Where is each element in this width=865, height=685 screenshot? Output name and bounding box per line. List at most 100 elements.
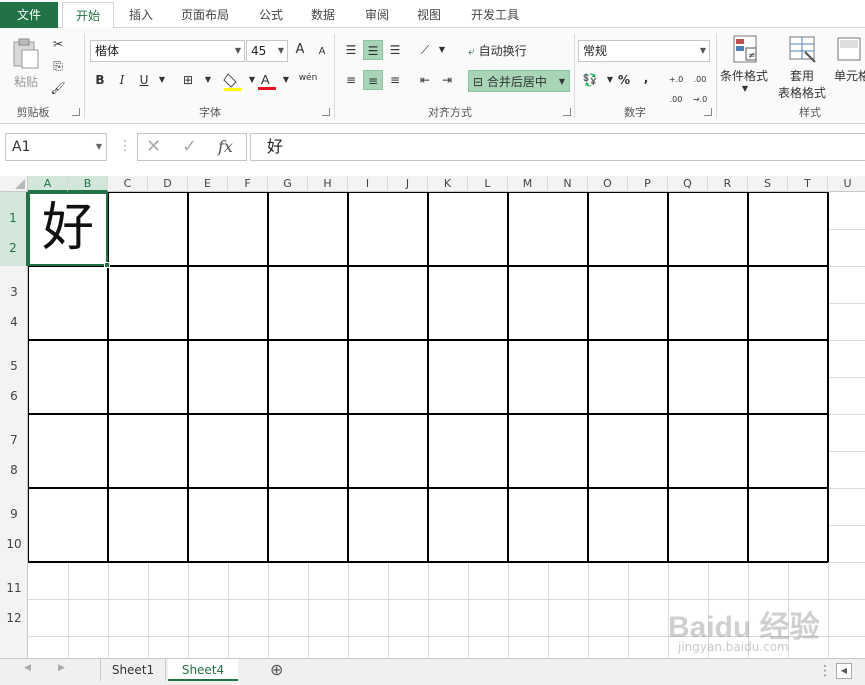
- conditional-formatting-button[interactable]: ≠ 条件格式 ▼: [720, 34, 770, 100]
- scroll-left-icon[interactable]: ◀: [24, 663, 31, 673]
- fill-handle[interactable]: [104, 262, 110, 268]
- increase-indent-icon[interactable]: ⇥: [437, 70, 457, 90]
- tab-developer[interactable]: 开发工具: [462, 2, 528, 28]
- scroll-right-icon[interactable]: ▶: [58, 663, 65, 673]
- select-all-corner[interactable]: [0, 176, 28, 192]
- currency-icon[interactable]: 💱: [580, 70, 600, 90]
- increase-font-button[interactable]: A: [290, 40, 310, 60]
- font-name-combo[interactable]: 楷体 ▼: [90, 40, 245, 62]
- font-color-button[interactable]: A: [256, 70, 278, 92]
- column-header-b[interactable]: B: [68, 176, 108, 192]
- column-header-l[interactable]: L: [468, 176, 508, 192]
- copy-icon[interactable]: ⎘: [48, 56, 68, 76]
- column-header-n[interactable]: N: [548, 176, 588, 192]
- tab-formulas[interactable]: 公式: [250, 2, 292, 28]
- sheet-tab-sheet1[interactable]: Sheet1: [100, 659, 166, 681]
- tab-view[interactable]: 视图: [408, 2, 450, 28]
- column-header-j[interactable]: J: [388, 176, 428, 192]
- name-box[interactable]: A1 ▼: [5, 133, 107, 161]
- clipboard-launcher-icon[interactable]: [72, 108, 80, 116]
- sheet-tab-sheet4[interactable]: Sheet4: [168, 659, 238, 681]
- font-size-combo[interactable]: 45 ▼: [246, 40, 288, 62]
- border-icon[interactable]: ⊞: [178, 70, 198, 90]
- bold-button[interactable]: B: [90, 70, 110, 90]
- column-header-i[interactable]: I: [348, 176, 388, 192]
- format-painter-icon[interactable]: 🖌: [48, 78, 68, 98]
- tab-split-grip-icon[interactable]: ⋮: [818, 663, 832, 679]
- add-sheet-icon[interactable]: ⊕: [270, 660, 283, 679]
- column-header-a[interactable]: A: [28, 176, 68, 192]
- align-top-icon[interactable]: ☰: [341, 40, 361, 60]
- underline-button[interactable]: U: [134, 70, 154, 90]
- tab-data[interactable]: 数据: [302, 2, 344, 28]
- row-header-5[interactable]: 5: [0, 340, 28, 377]
- chevron-down-icon[interactable]: ▼: [198, 70, 218, 90]
- selected-cell-a1-b2[interactable]: 好: [28, 192, 110, 268]
- increase-decimal-button[interactable]: +.0 .00: [664, 70, 688, 104]
- row-header-1[interactable]: 1: [0, 192, 28, 229]
- number-format-combo[interactable]: 常规 ▼: [578, 40, 710, 62]
- decrease-font-button[interactable]: A: [312, 42, 332, 62]
- column-header-g[interactable]: G: [268, 176, 308, 192]
- decrease-decimal-button[interactable]: .00 →.0: [688, 70, 712, 104]
- tab-page-layout[interactable]: 页面布局: [172, 2, 238, 28]
- cell-styles-button[interactable]: 单元格: [834, 34, 865, 100]
- hscroll-left-icon[interactable]: ◀: [836, 663, 852, 679]
- align-right-icon[interactable]: ≡: [385, 70, 405, 90]
- align-bottom-icon[interactable]: ☰: [385, 40, 405, 60]
- column-header-r[interactable]: R: [708, 176, 748, 192]
- column-header-h[interactable]: H: [308, 176, 348, 192]
- column-header-m[interactable]: M: [508, 176, 548, 192]
- insert-function-icon[interactable]: fx: [218, 137, 233, 156]
- chevron-down-icon[interactable]: ▼: [152, 70, 172, 90]
- row-header-12[interactable]: 12: [0, 599, 28, 636]
- decrease-indent-icon[interactable]: ⇤: [415, 70, 435, 90]
- row-header-7[interactable]: 7: [0, 414, 28, 451]
- align-left-icon[interactable]: ≡: [341, 70, 361, 90]
- percent-button[interactable]: %: [614, 70, 634, 90]
- column-header-k[interactable]: K: [428, 176, 468, 192]
- tab-file[interactable]: 文件: [0, 2, 58, 28]
- font-launcher-icon[interactable]: [322, 108, 330, 116]
- row-header-4[interactable]: 4: [0, 303, 28, 340]
- column-header-e[interactable]: E: [188, 176, 228, 192]
- alignment-launcher-icon[interactable]: [563, 108, 571, 116]
- fill-color-button[interactable]: [222, 70, 244, 92]
- tab-insert[interactable]: 插入: [118, 2, 164, 28]
- italic-button[interactable]: I: [112, 70, 132, 90]
- row-header-8[interactable]: 8: [0, 451, 28, 488]
- cut-icon[interactable]: ✂: [48, 34, 68, 54]
- phonetic-button[interactable]: wén: [298, 68, 318, 88]
- column-header-o[interactable]: O: [588, 176, 628, 192]
- row-header-9[interactable]: 9: [0, 488, 28, 525]
- row-header-10[interactable]: 10: [0, 525, 28, 562]
- column-header-t[interactable]: T: [788, 176, 828, 192]
- worksheet-grid[interactable]: 好 Baidu 经验 jingyan.baidu.com: [28, 192, 865, 658]
- column-header-f[interactable]: F: [228, 176, 268, 192]
- row-header-3[interactable]: 3: [0, 266, 28, 303]
- tab-review[interactable]: 审阅: [356, 2, 398, 28]
- column-header-s[interactable]: S: [748, 176, 788, 192]
- align-center-icon[interactable]: ≡: [363, 70, 383, 90]
- row-header-6[interactable]: 6: [0, 377, 28, 414]
- column-header-q[interactable]: Q: [668, 176, 708, 192]
- number-launcher-icon[interactable]: [704, 108, 712, 116]
- chevron-down-icon[interactable]: ▼: [276, 70, 296, 90]
- format-as-table-button[interactable]: 套用 表格格式: [772, 34, 832, 100]
- formula-input[interactable]: 好: [250, 133, 865, 161]
- column-header-u[interactable]: U: [828, 176, 865, 192]
- column-header-p[interactable]: P: [628, 176, 668, 192]
- row-header-2[interactable]: 2: [0, 229, 28, 266]
- align-middle-icon[interactable]: ☰: [363, 40, 383, 60]
- tab-home[interactable]: 开始: [62, 2, 114, 29]
- enter-check-icon[interactable]: ✓: [182, 136, 197, 157]
- cancel-icon[interactable]: ✕: [146, 136, 161, 157]
- merge-center-button[interactable]: ⊟ 合并后居中 ▼: [468, 70, 570, 92]
- column-header-d[interactable]: D: [148, 176, 188, 192]
- paste-button[interactable]: 粘贴: [8, 36, 44, 96]
- column-header-c[interactable]: C: [108, 176, 148, 192]
- comma-button[interactable]: ,: [636, 68, 656, 88]
- chevron-down-icon[interactable]: ▼: [432, 40, 452, 60]
- wrap-text-button[interactable]: ⤶ 自动换行: [468, 40, 527, 62]
- row-header-11[interactable]: 11: [0, 562, 28, 599]
